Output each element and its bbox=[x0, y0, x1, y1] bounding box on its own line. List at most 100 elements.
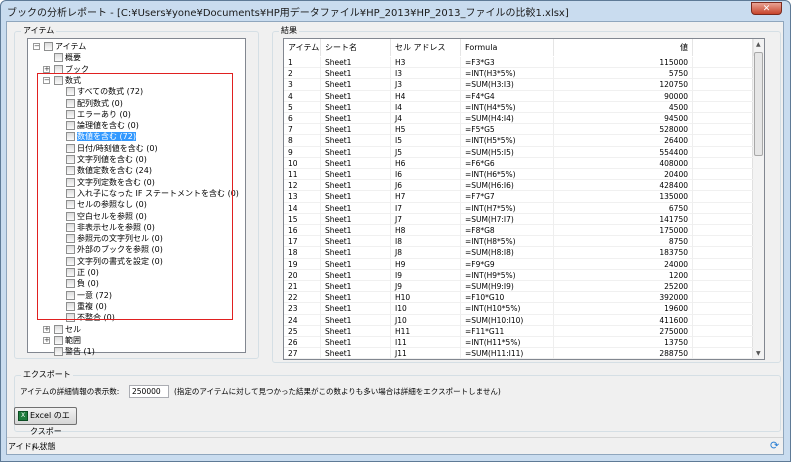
table-row[interactable]: 16 Sheet1 H8 =F8*G8 175000 bbox=[284, 225, 754, 237]
scrollbar-thumb[interactable] bbox=[754, 52, 763, 156]
table-cell: 90000 bbox=[554, 90, 693, 102]
table-row[interactable]: 19 Sheet1 H9 =F9*G9 24000 bbox=[284, 258, 754, 270]
table-cell: I10 bbox=[391, 303, 461, 315]
table-cell: 2 bbox=[284, 68, 321, 80]
close-button[interactable]: ✕ bbox=[751, 2, 782, 15]
results-group-label: 結果 bbox=[279, 25, 299, 36]
tree-item[interactable]: − アイテム bbox=[33, 41, 87, 52]
table-cell: 3 bbox=[284, 79, 321, 91]
table-row[interactable]: 14 Sheet1 I7 =INT(H7*5%) 6750 bbox=[284, 202, 754, 214]
column-header[interactable]: Formula bbox=[461, 39, 554, 56]
tree-item-label: 警告 (1) bbox=[65, 347, 95, 357]
excel-export-button[interactable]: X Excel のエクスポート... bbox=[14, 407, 77, 452]
table-cell: Sheet1 bbox=[321, 57, 391, 68]
table-cell: J5 bbox=[391, 146, 461, 158]
table-cell: 20 bbox=[284, 269, 321, 281]
table-cell: =F6*G6 bbox=[461, 157, 554, 169]
table-row[interactable]: 4 Sheet1 H4 =F4*G4 90000 bbox=[284, 90, 754, 102]
table-cell: H8 bbox=[391, 225, 461, 236]
window-title: ブックの分析レポート - [C:¥Users¥yone¥Documents¥HP… bbox=[7, 8, 569, 19]
export-group: エクスポート bbox=[14, 369, 781, 432]
scroll-down-icon[interactable]: ▼ bbox=[756, 350, 761, 357]
table-row[interactable]: 22 Sheet1 H10 =F10*G10 392000 bbox=[284, 292, 754, 304]
checkbox[interactable] bbox=[54, 53, 63, 63]
table-cell: 6750 bbox=[554, 202, 693, 214]
expand-icon[interactable]: + bbox=[43, 336, 50, 344]
table-cell: 411600 bbox=[554, 314, 693, 326]
table-row[interactable]: 25 Sheet1 H11 =F11*G11 275000 bbox=[284, 325, 754, 337]
excel-icon: X bbox=[18, 411, 28, 421]
column-header[interactable]: アイテム bbox=[284, 39, 321, 56]
column-header[interactable] bbox=[693, 39, 754, 56]
table-row[interactable]: 12 Sheet1 J6 =SUM(H6:I6) 428400 bbox=[284, 180, 754, 192]
tree-item-label: アイテム bbox=[55, 42, 87, 51]
checkbox[interactable] bbox=[44, 42, 53, 51]
table-cell: Sheet1 bbox=[321, 124, 391, 136]
table-row[interactable]: 7 Sheet1 H5 =F5*G5 528000 bbox=[284, 124, 754, 136]
table-row[interactable]: 26 Sheet1 I11 =INT(H11*5%) 13750 bbox=[284, 337, 754, 349]
table-cell: 27 bbox=[284, 348, 321, 359]
table-row[interactable]: 2 Sheet1 I3 =INT(H3*5%) 5750 bbox=[284, 68, 754, 80]
count-input[interactable]: 250000 bbox=[129, 385, 169, 398]
tree-item[interactable]: 概要 bbox=[54, 52, 81, 63]
table-cell: J7 bbox=[391, 213, 461, 225]
table-row[interactable]: 5 Sheet1 I4 =INT(H4*5%) 4500 bbox=[284, 101, 754, 113]
table-cell: 11 bbox=[284, 169, 321, 180]
table-cell: =F7*G7 bbox=[461, 191, 554, 203]
table-row[interactable]: 24 Sheet1 J10 =SUM(H10:I10) 411600 bbox=[284, 314, 754, 326]
table-row[interactable]: 17 Sheet1 I8 =INT(H8*5%) 8750 bbox=[284, 236, 754, 248]
table-cell: 23 bbox=[284, 303, 321, 315]
table-cell: =INT(H9*5%) bbox=[461, 269, 554, 281]
table-cell: I5 bbox=[391, 135, 461, 147]
checkbox[interactable] bbox=[54, 324, 63, 334]
table-cell: H6 bbox=[391, 157, 461, 169]
expand-icon[interactable]: + bbox=[43, 65, 50, 73]
table-cell: Sheet1 bbox=[321, 191, 391, 203]
expand-icon[interactable]: + bbox=[43, 325, 50, 333]
table-row[interactable]: 15 Sheet1 J7 =SUM(H7:I7) 141750 bbox=[284, 213, 754, 225]
table-cell: 22 bbox=[284, 292, 321, 304]
scroll-up-icon[interactable]: ▲ bbox=[756, 41, 761, 48]
checkbox[interactable] bbox=[54, 335, 63, 345]
table-cell: Sheet1 bbox=[321, 337, 391, 348]
table-row[interactable]: 13 Sheet1 H7 =F7*G7 135000 bbox=[284, 191, 754, 203]
tree-item[interactable]: 警告 (1) bbox=[54, 346, 95, 357]
column-header[interactable]: シート名 bbox=[321, 39, 391, 56]
results-table[interactable]: ▲ ▼ アイテム シート名 セル アドレス Formula 値 1 Sheet1 H3 =F3*… bbox=[283, 38, 765, 360]
table-row[interactable]: 9 Sheet1 J5 =SUM(H5:I5) 554400 bbox=[284, 146, 754, 158]
tree-item[interactable]: + 範囲 bbox=[43, 335, 81, 346]
column-header[interactable]: 値 bbox=[554, 39, 693, 56]
table-row[interactable]: 8 Sheet1 I5 =INT(H5*5%) 26400 bbox=[284, 135, 754, 147]
column-header[interactable]: セル アドレス bbox=[391, 39, 461, 56]
table-row[interactable]: 10 Sheet1 H6 =F6*G6 408000 bbox=[284, 157, 754, 169]
checkbox[interactable] bbox=[54, 347, 63, 357]
table-row[interactable]: 21 Sheet1 J9 =SUM(H9:I9) 25200 bbox=[284, 281, 754, 293]
table-row[interactable]: 20 Sheet1 I9 =INT(H9*5%) 1200 bbox=[284, 269, 754, 281]
table-row[interactable]: 23 Sheet1 I10 =INT(H10*5%) 19600 bbox=[284, 303, 754, 315]
collapse-icon[interactable]: − bbox=[33, 43, 40, 50]
table-cell: 1 bbox=[284, 57, 321, 68]
tree-item[interactable]: + セル bbox=[43, 324, 81, 335]
table-row[interactable]: 3 Sheet1 J3 =SUM(H3:I3) 120750 bbox=[284, 79, 754, 91]
table-cell: =SUM(H10:I10) bbox=[461, 314, 554, 326]
table-cell: 7 bbox=[284, 124, 321, 136]
table-cell: =SUM(H7:I7) bbox=[461, 213, 554, 225]
table-cell: 408000 bbox=[554, 157, 693, 169]
table-row[interactable]: 6 Sheet1 J4 =SUM(H4:I4) 94500 bbox=[284, 113, 754, 125]
table-row[interactable]: 11 Sheet1 I6 =INT(H6*5%) 20400 bbox=[284, 169, 754, 181]
refresh-icon[interactable]: ⟳ bbox=[770, 439, 779, 452]
table-row[interactable]: 18 Sheet1 J8 =SUM(H8:I8) 183750 bbox=[284, 247, 754, 259]
table-cell: 13750 bbox=[554, 337, 693, 348]
table-cell: 20400 bbox=[554, 169, 693, 180]
table-row[interactable]: 1 Sheet1 H3 =F3*G3 115000 bbox=[284, 57, 754, 69]
table-cell: 24 bbox=[284, 314, 321, 326]
table-cell: =INT(H8*5%) bbox=[461, 236, 554, 248]
table-cell: H5 bbox=[391, 124, 461, 136]
table-cell: 5750 bbox=[554, 68, 693, 80]
table-cell: J8 bbox=[391, 247, 461, 259]
table-cell: J11 bbox=[391, 348, 461, 359]
table-row[interactable]: 27 Sheet1 J11 =SUM(H11:I11) 288750 bbox=[284, 348, 754, 359]
table-cell: Sheet1 bbox=[321, 348, 391, 359]
table-cell: 115000 bbox=[554, 57, 693, 68]
table-cell: 26 bbox=[284, 337, 321, 348]
